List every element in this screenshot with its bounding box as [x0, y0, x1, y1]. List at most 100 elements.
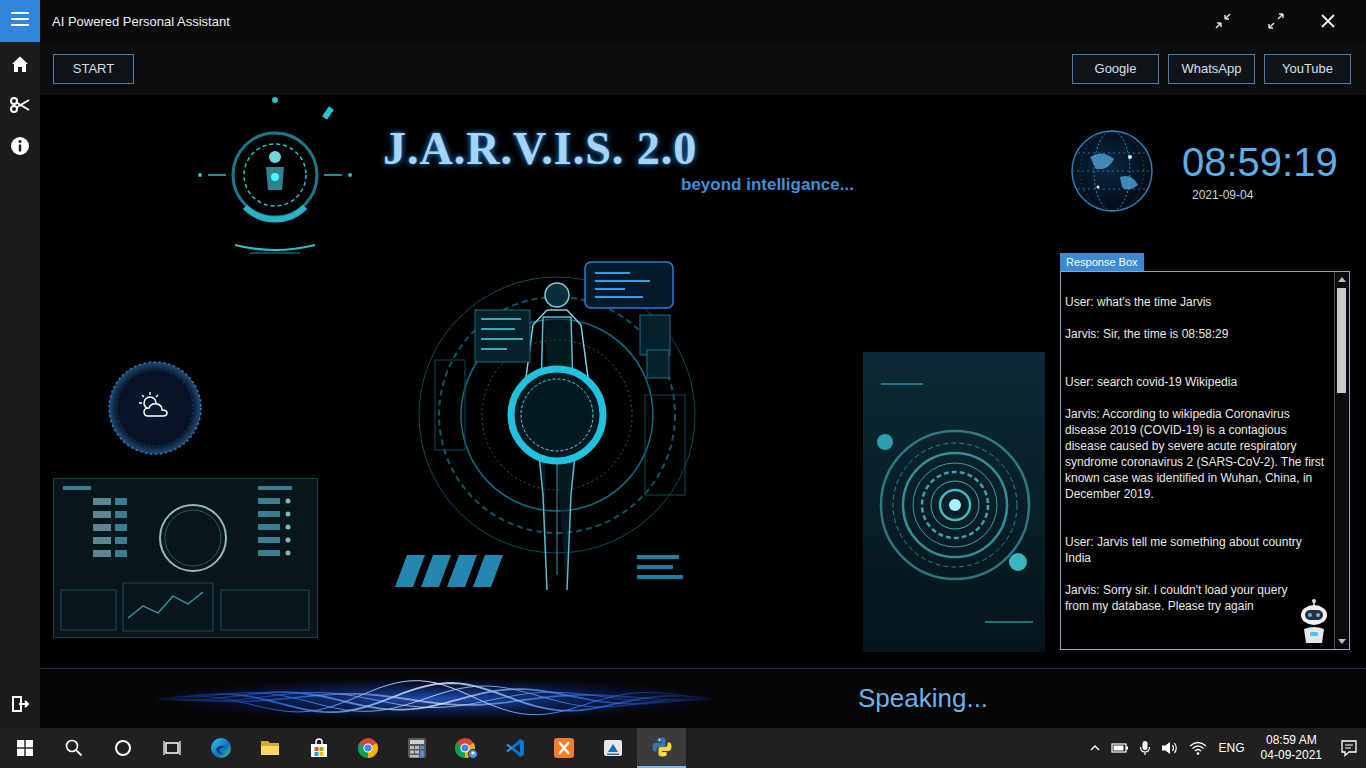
message-text: User: Jarvis tell me something about cou…: [1065, 535, 1302, 565]
taskbar-button[interactable]: [98, 728, 147, 768]
taskbar-app[interactable]: [245, 728, 294, 768]
message-text: Jarvis: Sorry sir. I couldn't load your …: [1065, 583, 1287, 613]
app-title: J.A.R.V.I.S. 2.0: [383, 123, 697, 175]
title-bar: AI Powered Personal Assistant: [0, 0, 1366, 42]
response-message: Jarvis: Sir, the time is 08:58:29: [1065, 326, 1326, 342]
home-icon[interactable]: [10, 54, 30, 78]
response-message: Jarvis: Sorry sir. I couldn't load your …: [1065, 582, 1326, 614]
menu-button[interactable]: [0, 0, 40, 42]
start-icon: [17, 740, 33, 756]
time-block: 08:59:19 2021-09-04: [1182, 140, 1338, 202]
weather-orb-icon: [100, 353, 210, 463]
message-text: User: what's the time Jarvis: [1065, 295, 1211, 309]
response-box-label: Response Box: [1060, 253, 1144, 271]
input-language[interactable]: ENG: [1219, 741, 1245, 755]
scroll-up-icon[interactable]: [1338, 277, 1346, 282]
response-message: User: what's the time Jarvis: [1065, 294, 1326, 310]
calculator-icon: [407, 737, 427, 759]
response-message: User: Jarvis tell me something about cou…: [1065, 534, 1326, 566]
system-time: 08:59 AM: [1266, 733, 1317, 748]
battery-icon[interactable]: [1111, 742, 1129, 754]
app-body: START Google WhatsApp YouTube J.A.R.V.I.S. 2…: [0, 42, 1366, 728]
toolbar: START Google WhatsApp YouTube: [40, 42, 1366, 95]
taskbar-button[interactable]: [0, 728, 49, 768]
taskbar-app[interactable]: [539, 728, 588, 768]
response-message: User: search covid-19 Wikipedia: [1065, 374, 1326, 390]
collapse-icon[interactable]: [1214, 12, 1232, 30]
scrollbar[interactable]: [1334, 272, 1349, 649]
link-button[interactable]: Google: [1072, 54, 1159, 84]
explorer-icon: [259, 738, 281, 758]
chevron-icon[interactable]: [1089, 742, 1101, 754]
system-tray: ENG 08:59 AM04-09-2021: [1089, 733, 1358, 763]
volume-icon[interactable]: [1161, 740, 1179, 756]
chromeprofile-icon: [454, 737, 478, 759]
taskbar-app[interactable]: [343, 728, 392, 768]
system-date: 04-09-2021: [1261, 748, 1322, 763]
app-tagline: beyond intelligance...: [681, 175, 854, 195]
chrome-icon: [357, 737, 379, 759]
taskbar-app[interactable]: [588, 728, 637, 768]
taskbar-app[interactable]: [294, 728, 343, 768]
installer-icon: [602, 737, 624, 759]
store-icon: [308, 737, 330, 759]
taskbar-button[interactable]: [147, 728, 196, 768]
taskview-icon: [163, 739, 181, 757]
hologram-figure-icon: [375, 255, 745, 615]
scroll-thumb[interactable]: [1337, 288, 1346, 393]
hud-canvas: J.A.R.V.I.S. 2.0beyond intelligance...: [40, 95, 1060, 668]
info-column: 08:59:192021-09-04Response BoxUser: what…: [1060, 95, 1350, 668]
link-button[interactable]: YouTube: [1264, 54, 1351, 84]
edge-icon: [210, 737, 232, 759]
app-header: J.A.R.V.I.S. 2.0beyond intelligance...: [40, 95, 1060, 195]
clock: 08:59:19 2021-09-04: [1060, 127, 1350, 215]
hamburger-icon: [11, 12, 29, 30]
link-button[interactable]: WhatsApp: [1168, 54, 1255, 84]
robot-icon[interactable]: [1297, 599, 1331, 645]
cortana-icon: [114, 739, 132, 757]
message-text: Jarvis: According to wikipedia Coronavir…: [1065, 407, 1324, 501]
close-icon[interactable]: [1320, 13, 1336, 29]
clock-date: 2021-09-04: [1192, 188, 1338, 202]
taskbar-app[interactable]: [196, 728, 245, 768]
sidebar: [0, 42, 40, 728]
quick-links: Google WhatsApp YouTube: [1072, 54, 1351, 84]
globe-icon: [1068, 127, 1156, 215]
taskbar-app[interactable]: [637, 728, 686, 768]
taskbar-app[interactable]: [441, 728, 490, 768]
window-title: AI Powered Personal Assistant: [52, 14, 1214, 29]
taskbar-app[interactable]: [490, 728, 539, 768]
dashboard: J.A.R.V.I.S. 2.0beyond intelligance... 08…: [40, 95, 1366, 668]
content: START Google WhatsApp YouTube J.A.R.V.I.S. 2…: [40, 42, 1366, 728]
system-clock[interactable]: 08:59 AM04-09-2021: [1261, 733, 1322, 763]
hud-ring-icon: [190, 95, 360, 260]
scanner-panel-icon: [863, 352, 1045, 652]
message-text: User: search covid-19 Wikipedia: [1065, 375, 1237, 389]
scroll-down-icon[interactable]: [1338, 639, 1346, 644]
voice-status-bar: Speaking...: [40, 668, 1366, 728]
tools-icon[interactable]: [9, 96, 31, 118]
wifi-icon[interactable]: [1189, 740, 1207, 756]
voice-status: Speaking...: [858, 683, 988, 714]
taskbar-app[interactable]: [392, 728, 441, 768]
response-message: Jarvis: According to wikipedia Coronavir…: [1065, 406, 1326, 502]
xampp-icon: [553, 737, 575, 759]
notification-icon[interactable]: [1340, 739, 1358, 757]
taskbar: ENG 08:59 AM04-09-2021: [0, 728, 1366, 768]
message-text: Jarvis: Sir, the time is 08:58:29: [1065, 327, 1228, 341]
vscode-icon: [504, 737, 526, 759]
response-box: User: what's the time Jarvis Jarvis: Sir,…: [1060, 271, 1350, 650]
logout-icon[interactable]: [10, 694, 30, 718]
taskbar-button[interactable]: [49, 728, 98, 768]
response-log: User: what's the time Jarvis Jarvis: Sir,…: [1061, 272, 1334, 649]
mic-icon[interactable]: [1139, 740, 1151, 756]
clock-time: 08:59:19: [1182, 140, 1338, 184]
python-icon: [651, 736, 673, 758]
search-icon: [65, 739, 83, 757]
start-button[interactable]: START: [53, 54, 134, 84]
analytics-panel-icon: [53, 478, 318, 638]
expand-icon[interactable]: [1267, 12, 1285, 30]
voice-wave-icon: [155, 673, 720, 725]
info-icon[interactable]: [10, 136, 30, 160]
window-controls: [1214, 12, 1336, 30]
